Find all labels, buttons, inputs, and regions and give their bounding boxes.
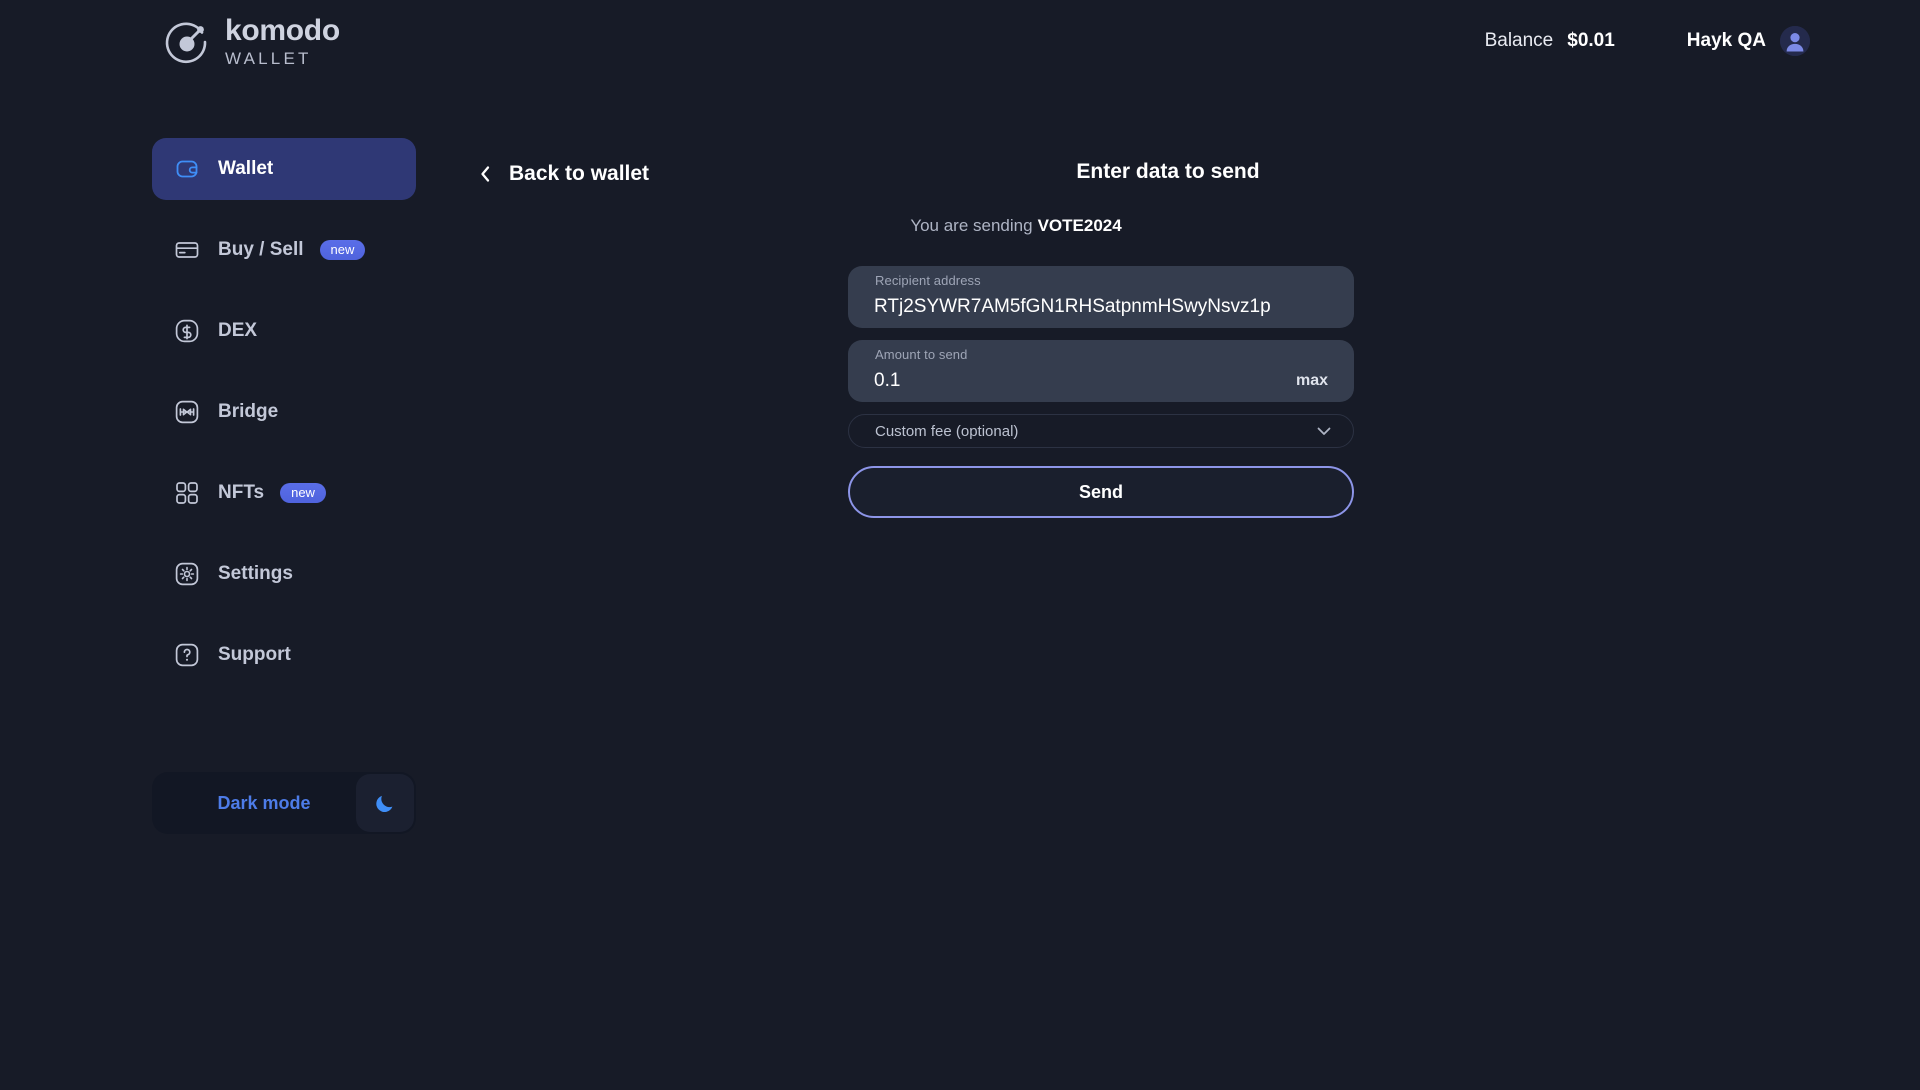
- question-icon: [174, 642, 200, 668]
- dark-mode-toggle[interactable]: Dark mode: [152, 772, 416, 834]
- page-title: Enter data to send: [1076, 160, 1260, 183]
- app-header: komodo WALLET Balance $0.01 Hayk QA: [0, 0, 1920, 92]
- card-icon: [174, 237, 200, 263]
- main-content: Back to wallet Enter data to send You ar…: [416, 138, 1920, 1090]
- amount-to-send-input[interactable]: [874, 370, 1328, 392]
- sidebar-nav: Wallet Buy / Sell new DEX Bridge NFTs ne…: [152, 138, 416, 705]
- balance-display: Balance $0.01: [1485, 30, 1615, 52]
- sidebar-item-label: Support: [218, 644, 291, 665]
- brand-subtitle: WALLET: [225, 49, 312, 68]
- grid-icon: [174, 480, 200, 506]
- sidebar-item-settings[interactable]: Settings: [152, 543, 416, 605]
- recipient-address-label: Recipient address: [875, 273, 981, 288]
- chevron-left-icon: [477, 163, 493, 185]
- recipient-address-input[interactable]: [874, 296, 1328, 318]
- user-menu[interactable]: Hayk QA: [1687, 26, 1810, 56]
- sidebar-item-label: Settings: [218, 563, 293, 584]
- sending-summary: You are sending VOTE2024: [416, 216, 1616, 236]
- swap-icon: [174, 318, 200, 344]
- sidebar-item-label: Wallet: [218, 158, 274, 179]
- sending-prefix: You are sending: [910, 216, 1033, 235]
- brand-logo[interactable]: komodo WALLET: [164, 16, 340, 67]
- custom-fee-dropdown[interactable]: Custom fee (optional): [848, 414, 1354, 448]
- balance-label: Balance: [1484, 30, 1554, 51]
- sidebar-item-label: Buy / Sell: [218, 239, 304, 260]
- send-form: Recipient address Amount to send max Cus…: [848, 266, 1354, 518]
- sending-ticker: VOTE2024: [1037, 216, 1122, 235]
- sidebar-item-dex[interactable]: DEX: [152, 300, 416, 362]
- dark-mode-label: Dark mode: [217, 792, 311, 813]
- badge-new: new: [280, 483, 326, 503]
- amount-to-send-label: Amount to send: [875, 347, 968, 362]
- sidebar-item-buy-sell[interactable]: Buy / Sell new: [152, 219, 416, 281]
- gear-icon: [174, 561, 200, 587]
- moon-icon[interactable]: [356, 774, 414, 832]
- badge-new: new: [319, 240, 366, 260]
- app-root: komodo WALLET Balance $0.01 Hayk QA Wall…: [0, 0, 1920, 1090]
- balance-value: $0.01: [1567, 30, 1615, 51]
- amount-to-send-field[interactable]: Amount to send max: [848, 340, 1354, 402]
- sidebar-item-label: DEX: [218, 320, 258, 341]
- sidebar-item-label: Bridge: [218, 401, 279, 422]
- user-avatar-icon[interactable]: [1780, 26, 1810, 56]
- sidebar-item-bridge[interactable]: Bridge: [152, 381, 416, 443]
- komodo-logo-icon: [164, 19, 210, 65]
- brand-name: komodo: [225, 14, 340, 47]
- sidebar-item-support[interactable]: Support: [152, 624, 416, 686]
- sidebar-item-nfts[interactable]: NFTs new: [152, 462, 416, 524]
- max-button[interactable]: max: [1296, 372, 1328, 390]
- custom-fee-label: Custom fee (optional): [875, 422, 1019, 440]
- sidebar-item-wallet[interactable]: Wallet: [152, 138, 416, 200]
- wallet-icon: [174, 156, 200, 182]
- brand-wordmark: komodo WALLET: [225, 14, 340, 68]
- send-button[interactable]: Send: [848, 466, 1354, 518]
- bridge-icon: [174, 399, 200, 425]
- user-name: Hayk QA: [1686, 30, 1766, 51]
- recipient-address-field[interactable]: Recipient address: [848, 266, 1354, 328]
- chevron-down-icon: [1315, 422, 1333, 440]
- header-right: Balance $0.01 Hayk QA: [1485, 26, 1810, 56]
- sidebar-item-label: NFTs: [218, 482, 265, 503]
